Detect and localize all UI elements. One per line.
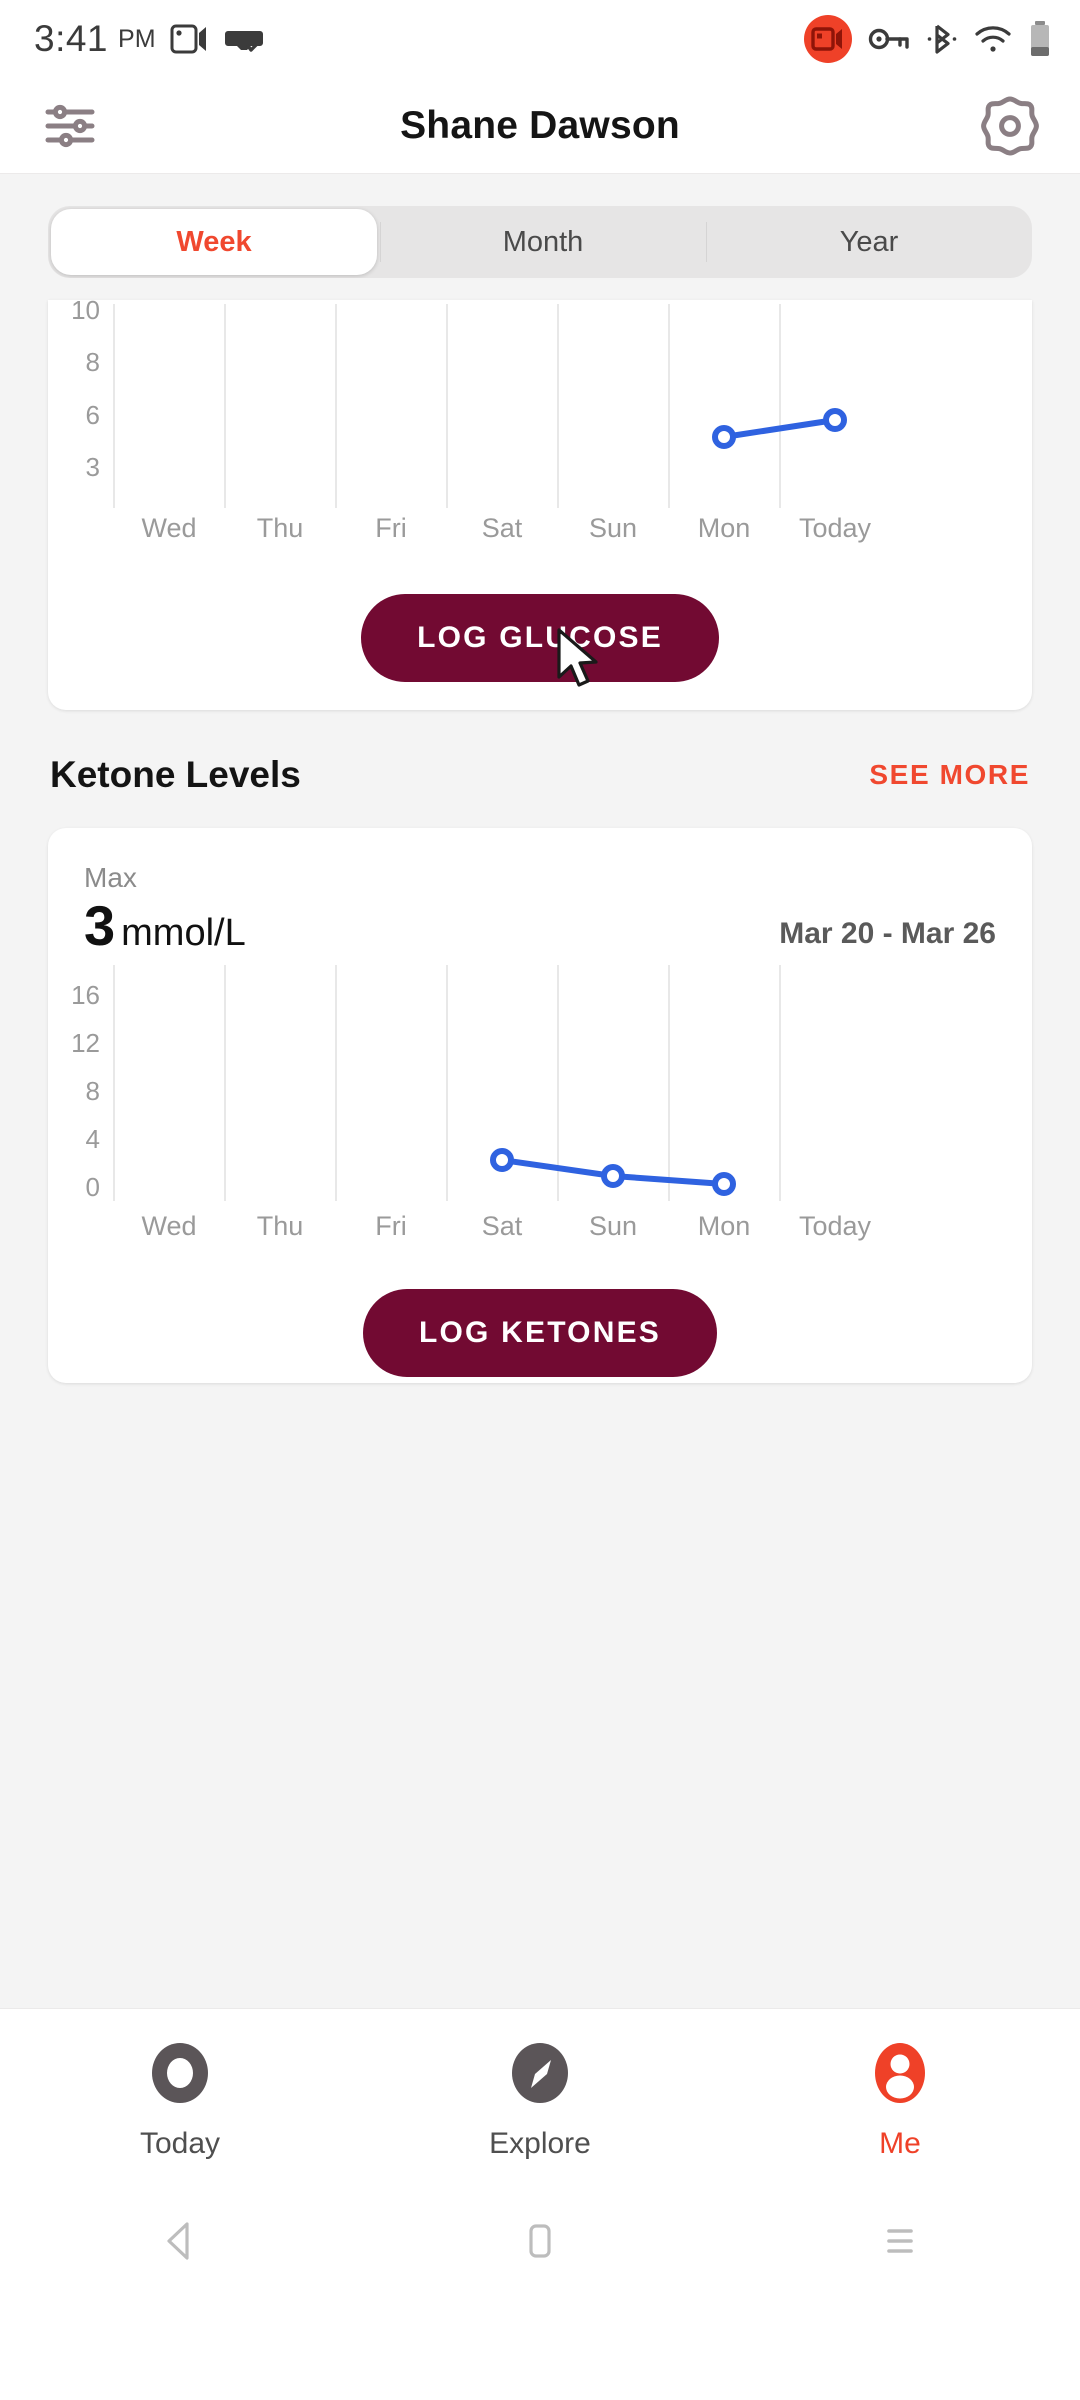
screen-record-icon (170, 22, 210, 56)
log-ketones-button[interactable]: LOG KETONES (362, 1289, 717, 1377)
ketone-card-head: Max 3 mmol/L Mar 20 - Mar 26 (48, 828, 1032, 955)
svg-text:3: 3 (86, 452, 100, 482)
svg-text:Wed: Wed (141, 1211, 196, 1241)
circle-today-icon (147, 2040, 213, 2111)
range-tabs[interactable]: Week Month Year (48, 206, 1032, 278)
glucose-point-today (823, 408, 847, 432)
glucose-chart: 10 8 6 3 Wed Thu Fri Sat Sun Mon Today (48, 300, 1032, 560)
svg-text:Today: Today (799, 513, 872, 543)
ketone-card: Max 3 mmol/L Mar 20 - Mar 26 16 12 8 4 0… (48, 828, 1032, 1383)
main-content: Week Month Year 10 8 6 3 Wed Thu Fri Sat… (0, 174, 1080, 2008)
ketone-chart: 16 12 8 4 0 Wed Thu Fri Sat Sun Mon Toda… (48, 955, 1032, 1255)
status-time-ampm: PM (118, 24, 156, 53)
svg-text:Fri: Fri (375, 513, 406, 543)
status-bar-right (804, 15, 1052, 63)
ketone-max-value: 3 (84, 894, 116, 957)
ketone-point-sun (601, 1164, 625, 1188)
nav-label-me: Me (879, 2127, 921, 2160)
compass-icon (507, 2040, 573, 2111)
svg-text:Fri: Fri (375, 1211, 406, 1241)
svg-text:Mon: Mon (698, 513, 751, 543)
svg-text:10: 10 (71, 300, 100, 325)
ketone-section-header: Ketone Levels SEE MORE (0, 710, 1080, 804)
screen-cast-recording-icon (804, 15, 852, 63)
svg-text:Sun: Sun (589, 1211, 637, 1241)
log-glucose-button[interactable]: LOG GLUCOSE (361, 594, 719, 682)
home-square-icon[interactable] (360, 2218, 720, 2264)
ketone-date-range: Mar 20 - Mar 26 (779, 917, 996, 950)
see-more-link[interactable]: SEE MORE (869, 759, 1030, 791)
ketone-max-label: Max (84, 862, 137, 893)
vr-headset-icon (224, 22, 264, 56)
nav-item-explore[interactable]: Explore (360, 2040, 720, 2161)
glucose-button-row: LOG GLUCOSE (48, 560, 1032, 688)
tab-month[interactable]: Month (380, 206, 706, 278)
svg-text:Today: Today (799, 1211, 872, 1241)
ketone-metric-row: 3 mmol/L Mar 20 - Mar 26 (84, 898, 996, 955)
tab-week[interactable]: Week (51, 209, 377, 275)
nav-label-explore: Explore (489, 2127, 591, 2160)
app-header: Shane Dawson (0, 78, 1080, 174)
status-bar: 3:41 PM (0, 0, 1080, 78)
gear-icon[interactable] (974, 90, 1046, 162)
status-time: 3:41 (34, 18, 109, 59)
glucose-chart-svg: 10 8 6 3 Wed Thu Fri Sat Sun Mon Today (71, 300, 872, 543)
person-icon (867, 2040, 933, 2111)
svg-text:Sat: Sat (482, 513, 523, 543)
svg-text:Mon: Mon (698, 1211, 751, 1241)
ketone-max-value-group: 3 mmol/L (84, 898, 246, 955)
svg-text:Wed: Wed (141, 513, 196, 543)
bluetooth-icon (926, 22, 958, 56)
ketone-button-row: LOG KETONES (48, 1255, 1032, 1383)
wifi-icon (973, 23, 1013, 55)
recents-lines-icon[interactable] (720, 2218, 1080, 2264)
ketone-section-title: Ketone Levels (50, 754, 301, 795)
svg-text:16: 16 (71, 980, 100, 1010)
svg-text:12: 12 (71, 1028, 100, 1058)
battery-icon (1028, 20, 1052, 58)
nav-item-me[interactable]: Me (720, 2040, 1080, 2161)
svg-text:8: 8 (86, 1076, 100, 1106)
bottom-navigation: Today Explore Me (0, 2008, 1080, 2186)
back-triangle-icon[interactable] (0, 2218, 360, 2264)
ketone-point-sat (490, 1148, 514, 1172)
sliders-icon[interactable] (34, 90, 106, 162)
svg-text:Sun: Sun (589, 513, 637, 543)
glucose-point-mon (712, 425, 736, 449)
ketone-max-unit: mmol/L (121, 912, 246, 954)
key-icon (867, 24, 911, 54)
status-bar-left: 3:41 PM (34, 18, 264, 60)
nav-item-today[interactable]: Today (0, 2040, 360, 2161)
glucose-card: 10 8 6 3 Wed Thu Fri Sat Sun Mon Today L… (48, 300, 1032, 710)
svg-text:4: 4 (86, 1124, 100, 1154)
svg-text:Sat: Sat (482, 1211, 523, 1241)
svg-text:Thu: Thu (257, 513, 304, 543)
range-tabs-wrapper: Week Month Year (0, 174, 1080, 278)
tab-year[interactable]: Year (706, 206, 1032, 278)
svg-text:6: 6 (86, 400, 100, 430)
nav-label-today: Today (139, 2127, 221, 2160)
svg-text:8: 8 (86, 347, 100, 377)
svg-text:Thu: Thu (257, 1211, 304, 1241)
system-navigation-bar (0, 2186, 1080, 2296)
page-title: Shane Dawson (400, 103, 680, 147)
ketone-chart-svg: 16 12 8 4 0 Wed Thu Fri Sat Sun Mon Toda… (71, 965, 872, 1241)
ketone-point-mon (712, 1172, 736, 1196)
svg-text:0: 0 (86, 1172, 100, 1202)
